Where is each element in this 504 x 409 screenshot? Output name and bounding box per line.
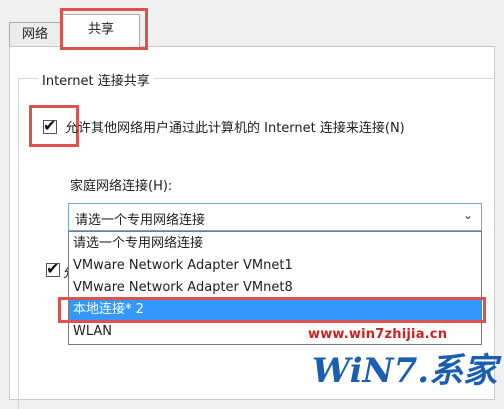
home-network-select[interactable]: 请选一个专用网络连接 ⌄ [68,203,482,231]
checkmark-icon: ✔ [46,259,60,278]
dropdown-option[interactable]: VMware Network Adapter VMnet1 [69,256,481,276]
tab-network[interactable]: 网络 [9,22,61,47]
home-network-label: 家庭网络连接(H): [70,179,173,194]
groupbox-title: Internet 连接共享 [38,70,154,89]
chevron-down-icon: ⌄ [462,208,473,222]
dropdown-option[interactable]: VMware Network Adapter VMnet8 [69,278,481,298]
highlight-box-option [58,297,486,323]
watermark-logo-text: WiN7.系家 [312,351,498,391]
second-checkbox[interactable]: ✔ [46,259,60,278]
home-network-select-value: 请选一个专用网络连接 [75,213,206,228]
dropdown-option[interactable]: 请选一个专用网络连接 [69,234,481,254]
allow-sharing-label: 允许其他网络用户通过此计算机的 Internet 连接来连接(N) [65,121,405,136]
highlight-box-tab [60,8,148,50]
watermark-url: www.win7zhijia.cn [308,327,448,342]
